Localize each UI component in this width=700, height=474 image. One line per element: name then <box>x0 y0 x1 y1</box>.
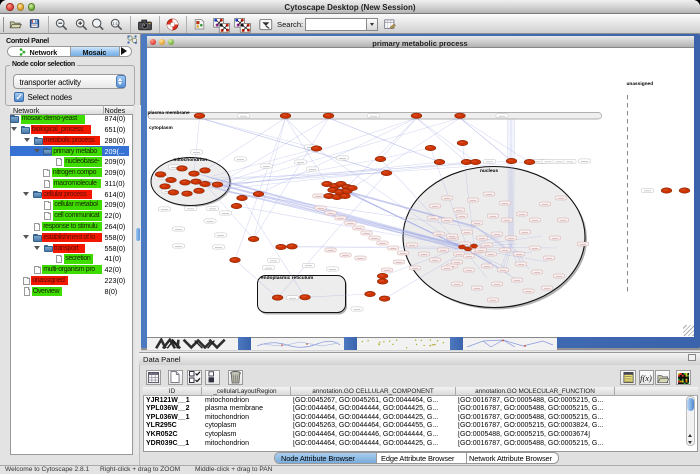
svg-text:1:1: 1:1 <box>112 22 118 27</box>
